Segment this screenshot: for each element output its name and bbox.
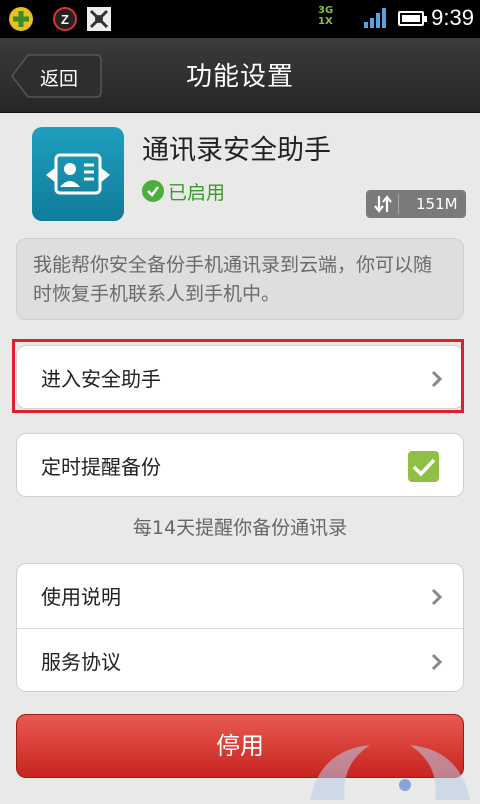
title-bar: 返回 功能设置 [0,38,480,113]
backup-reminder-row[interactable]: 定时提醒备份 [16,433,464,497]
clock: 9:39 [431,5,474,30]
network-type-indicator: 3G 1X [318,5,334,27]
svg-text:Z: Z [61,12,69,27]
app-size-badge: 151M [366,190,466,218]
chevron-right-icon [431,653,443,675]
backup-reminder-checkbox[interactable] [408,451,439,482]
highlight-frame [12,339,464,413]
info-menu: 使用说明 服务协议 [16,563,464,692]
agreement-row[interactable]: 服务协议 [17,629,463,693]
enabled-status: 已启用 [142,177,225,205]
instructions-label: 使用说明 [41,585,121,609]
instructions-row[interactable]: 使用说明 [17,564,463,628]
enabled-status-label: 已启用 [168,181,226,204]
app-notification-icon [8,6,34,32]
page-title: 功能设置 [185,62,294,92]
contacts-assistant-app-icon [32,127,124,221]
backup-reminder-label: 定时提醒备份 [41,455,161,479]
app-size-text: 151M [416,195,458,213]
transfer-arrows-icon [374,194,392,218]
security-notification-icon: Z [52,6,78,32]
watermark-graphic [300,740,480,800]
usb-debug-icon [86,6,112,32]
signal-strength-icon [364,8,386,32]
chevron-right-icon [431,588,443,610]
status-bar: Z 3G 1X 9:39 [0,0,480,38]
feature-description: 我能帮你安全备份手机通讯录到云端，你可以随时恢复手机联系人到手机中。 [16,238,464,320]
backup-interval-hint: 每14天提醒你备份通讯录 [132,517,348,539]
battery-icon [398,11,427,26]
app-name: 通讯录安全助手 [142,135,331,166]
check-circle-icon [142,180,164,202]
agreement-label: 服务协议 [41,650,121,674]
